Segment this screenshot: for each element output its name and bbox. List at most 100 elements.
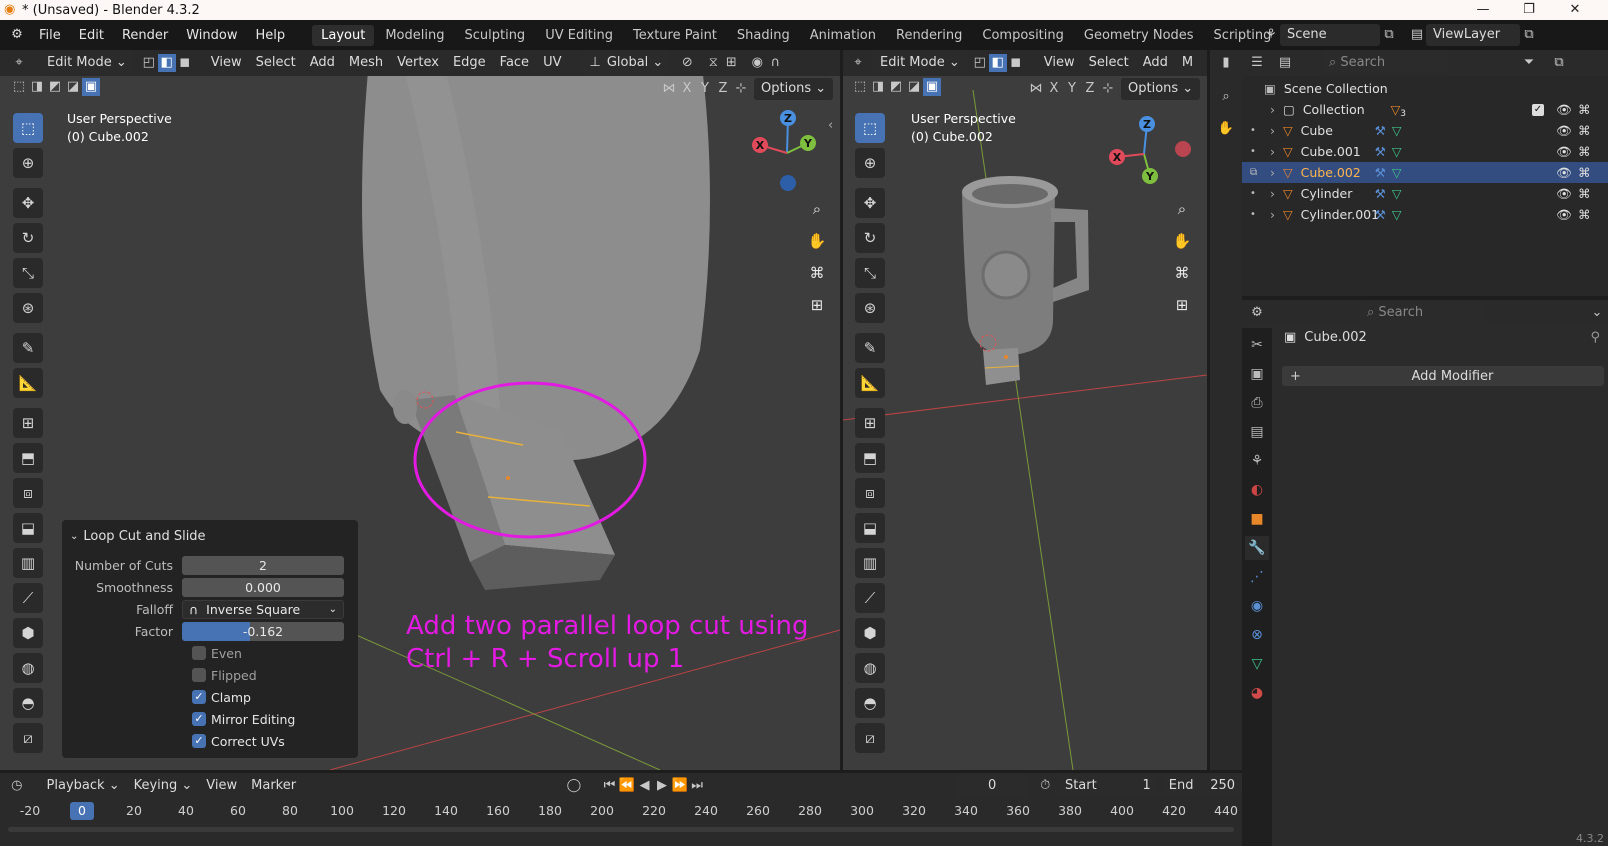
tool-shear-icon[interactable]: ⧄: [13, 723, 43, 753]
menu-render[interactable]: Render: [113, 28, 177, 43]
menu-file[interactable]: File: [30, 28, 70, 43]
menu-select[interactable]: Select: [249, 52, 303, 74]
pivot-icon[interactable]: ⊘: [678, 54, 696, 72]
collapse-chevron-icon[interactable]: ⌄: [70, 531, 78, 542]
edge-select-icon[interactable]: ◧: [157, 54, 176, 72]
tool-measure-icon[interactable]: 📐: [13, 368, 43, 398]
start-frame-field[interactable]: Start 1: [1057, 775, 1158, 797]
tool-add-cube-icon-right[interactable]: ⊞: [855, 408, 885, 438]
outliner-editor-icon[interactable]: ☰: [1248, 54, 1266, 72]
tool-smooth-icon-right[interactable]: ◓: [855, 688, 885, 718]
vertex-select-icon[interactable]: ◰: [140, 54, 158, 72]
menu-view-right[interactable]: View: [1037, 52, 1082, 74]
visibility-eye-icon[interactable]: 👁: [1556, 144, 1572, 160]
tool-knife-icon[interactable]: ⟋: [13, 583, 43, 613]
current-frame-field[interactable]: 0: [955, 775, 1029, 797]
new-view-layer-icon[interactable]: ⧉: [1520, 26, 1538, 44]
tool-spin-icon-right[interactable]: ◍: [855, 653, 885, 683]
play-reverse-icon[interactable]: ◀: [636, 777, 654, 795]
view-layer-tab-icon[interactable]: ▤: [1245, 420, 1269, 444]
axis-y-toggle[interactable]: Y: [696, 80, 714, 98]
outliner-row-3[interactable]: • › ▽ Cylinder ⚒ ▽ 👁 ⌘: [1242, 183, 1608, 204]
clamp-option[interactable]: ✓ Clamp: [192, 686, 350, 708]
select-intersect-icon[interactable]: ▣: [82, 78, 100, 96]
menu-add-right[interactable]: Add: [1136, 52, 1175, 74]
select-extend-icon-right[interactable]: ◩: [887, 78, 905, 96]
properties-options-icon[interactable]: ⌄: [1588, 304, 1606, 322]
tool-extrude-icon-right[interactable]: ⬒: [855, 443, 885, 473]
viewport-right[interactable]: ⌖ Edit Mode ⌄ ◰ ◧ ◼ View Select Add M ⬚ …: [843, 50, 1207, 770]
tool-loop-cut-icon-right[interactable]: ▥: [855, 548, 885, 578]
row-status-icon[interactable]: ⧉: [1250, 167, 1257, 178]
jump-start-icon[interactable]: ⏮: [601, 777, 619, 795]
object-tab-icon[interactable]: ■: [1245, 507, 1269, 531]
flipped-checkbox[interactable]: [192, 668, 206, 682]
tool-annotate-icon-right[interactable]: ✎: [855, 333, 885, 363]
prev-keyframe-icon[interactable]: ⏪: [618, 777, 636, 795]
properties-editor-icon[interactable]: ⚙: [1248, 304, 1266, 322]
tool-extrude-icon[interactable]: ⬒: [13, 443, 43, 473]
region-toggle-icon[interactable]: ▮: [1217, 54, 1235, 72]
add-modifier-button[interactable]: + Add Modifier: [1282, 366, 1604, 386]
output-tab-icon[interactable]: ⎙: [1245, 391, 1269, 415]
tool-spin-icon[interactable]: ◍: [13, 653, 43, 683]
outliner-row-1[interactable]: • › ▽ Cube.001 ⚒ ▽ 👁 ⌘: [1242, 141, 1608, 162]
camera-view-icon[interactable]: ⌘: [804, 260, 830, 286]
tool-inset-icon-right[interactable]: ⧈: [855, 478, 885, 508]
outliner-row-4[interactable]: • › ▽ Cylinder.001 ⚒ ▽ 👁 ⌘: [1242, 204, 1608, 225]
ortho-grid-icon[interactable]: ⊞: [804, 292, 830, 318]
physics-tab-icon[interactable]: ◉: [1245, 594, 1269, 618]
select-box-icon-right[interactable]: ⬚: [851, 78, 869, 96]
tool-poly-build-icon-right[interactable]: ⬢: [855, 618, 885, 648]
menu-select-right[interactable]: Select: [1082, 52, 1136, 74]
tool-smooth-icon[interactable]: ◓: [13, 688, 43, 718]
pan-hand-icon[interactable]: ✋: [804, 228, 830, 254]
data-tab-icon[interactable]: ▽: [1245, 652, 1269, 676]
even-checkbox[interactable]: [192, 646, 206, 660]
axis-z-toggle[interactable]: Z: [714, 80, 732, 98]
visibility-eye-icon[interactable]: 👁: [1556, 165, 1572, 181]
marker-menu[interactable]: Marker: [244, 775, 303, 797]
tool-transform-icon-right[interactable]: ⊛: [855, 293, 885, 323]
falloff-dropdown[interactable]: ∩ Inverse Square ⌄: [182, 599, 344, 619]
mirror-editing-option[interactable]: ✓ Mirror Editing: [192, 708, 350, 730]
select-box-icon[interactable]: ⬚: [10, 78, 28, 96]
clamp-checkbox[interactable]: ✓: [192, 690, 206, 704]
menu-edit[interactable]: Edit: [70, 28, 113, 43]
camera-view-icon-right[interactable]: ⌘: [1169, 260, 1195, 286]
correct-uvs-option[interactable]: ✓ Correct UVs: [192, 730, 350, 752]
hand-pan-icon[interactable]: ✋: [1217, 120, 1235, 138]
play-icon[interactable]: ▶: [653, 777, 671, 795]
render-camera-icon[interactable]: ⌘: [1578, 207, 1591, 222]
display-mode-icon[interactable]: ▤: [1276, 54, 1294, 72]
timeline-ruler[interactable]: -20 0 20 40 60 80 100 120 140 160 180 200 220 240 260 2…: [0, 799, 1242, 823]
auto-merge-icon-right[interactable]: ⊹: [1099, 80, 1117, 98]
minimize-button[interactable]: —: [1460, 0, 1506, 20]
zoom-icon[interactable]: ⌕: [804, 196, 830, 222]
tab-rendering[interactable]: Rendering: [887, 25, 971, 46]
tool-select-box-icon[interactable]: ⬚: [13, 113, 43, 143]
tab-modeling[interactable]: Modeling: [376, 25, 453, 46]
snap-target-icon[interactable]: ⊞: [722, 54, 740, 72]
falloff-icon[interactable]: ∩: [766, 54, 784, 72]
next-keyframe-icon[interactable]: ⏩: [671, 777, 689, 795]
mode-dropdown-right[interactable]: Edit Mode ⌄: [873, 52, 967, 74]
viewport-left[interactable]: ⌖ Edit Mode ⌄ ◰ ◧ ◼ View Select Add Mesh…: [0, 50, 840, 770]
menu-window[interactable]: Window: [177, 28, 246, 43]
current-frame-indicator[interactable]: 0: [70, 802, 94, 820]
pin-icon[interactable]: ⚲: [1590, 330, 1600, 345]
expand-chevron-icon[interactable]: ›: [1270, 144, 1275, 159]
timeline-view-menu[interactable]: View: [199, 775, 244, 797]
scene-collection-row[interactable]: ▣ Scene Collection: [1242, 78, 1608, 99]
select-new-icon[interactable]: ◨: [28, 78, 46, 96]
expand-chevron-icon[interactable]: ›: [1270, 165, 1275, 180]
tab-shading[interactable]: Shading: [728, 25, 799, 46]
options-dropdown-right[interactable]: Options ⌄: [1121, 78, 1201, 100]
row-status-icon[interactable]: •: [1250, 146, 1256, 157]
view-layer-icon[interactable]: ▤: [1408, 26, 1426, 44]
tool-move-icon[interactable]: ✥: [13, 188, 43, 218]
blender-menu-icon[interactable]: ⚙: [8, 26, 26, 44]
tool-transform-icon[interactable]: ⊛: [13, 293, 43, 323]
world-tab-icon[interactable]: ◐: [1245, 478, 1269, 502]
menu-view[interactable]: View: [204, 52, 249, 74]
